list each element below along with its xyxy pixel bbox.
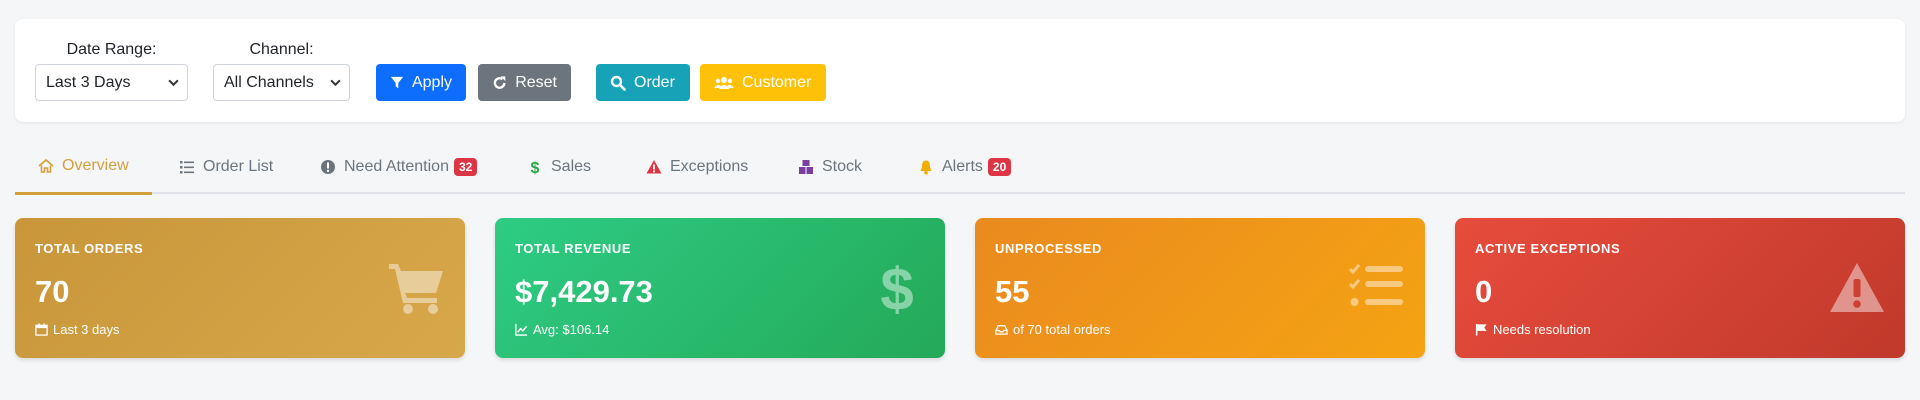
filter-card: Date Range: Last 3 Days Channel: All Cha… — [15, 19, 1905, 122]
kpi-value: $7,429.73 — [515, 274, 653, 309]
tab-sales[interactable]: $ Sales — [504, 140, 614, 194]
tab-label: Sales — [551, 158, 592, 175]
tab-bar: Overview Order List Need Attention 32 $ … — [15, 140, 1905, 195]
boxes-icon — [799, 160, 813, 174]
kpi-subtext: of 70 total orders — [995, 322, 1111, 337]
redo-icon — [493, 75, 506, 89]
kpi-card-total-orders: TOTAL ORDERS 70 Last 3 days — [15, 218, 465, 358]
channel-value: All Channels — [224, 73, 314, 91]
chart-line-icon — [515, 323, 528, 336]
date-range-label: Date Range: — [66, 41, 157, 58]
customer-search-button[interactable]: Customer — [700, 64, 826, 101]
inbox-icon — [995, 325, 1008, 335]
flag-icon — [1475, 323, 1487, 336]
kpi-title: UNPROCESSED — [995, 241, 1103, 256]
reset-button[interactable]: Reset — [478, 64, 571, 101]
customer-label: Customer — [742, 73, 812, 91]
order-search-button[interactable]: Order — [596, 64, 690, 101]
warning-icon — [1830, 263, 1884, 312]
chevron-down-icon — [330, 79, 341, 87]
chevron-down-icon — [168, 79, 179, 87]
filter-icon — [390, 76, 404, 88]
kpi-card-unprocessed: UNPROCESSED 55 of 70 total orders — [975, 218, 1425, 358]
warning-icon — [646, 160, 662, 174]
kpi-title: TOTAL REVENUE — [515, 241, 632, 256]
date-range-select[interactable]: Last 3 Days — [35, 64, 188, 101]
dollar-icon: $ — [880, 262, 913, 314]
reset-label: Reset — [515, 73, 557, 91]
tab-label: Order List — [203, 158, 274, 175]
exclamation-circle-icon — [321, 160, 335, 174]
kpi-subtext-label: Last 3 days — [53, 322, 120, 337]
kpi-title: ACTIVE EXCEPTIONS — [1475, 241, 1621, 256]
tab-overview[interactable]: Overview — [15, 140, 152, 195]
kpi-subtext: Needs resolution — [1475, 322, 1591, 337]
channel-select[interactable]: All Channels — [213, 64, 350, 101]
order-label: Order — [634, 73, 675, 91]
kpi-subtext: Last 3 days — [35, 322, 120, 337]
svg-text:$: $ — [531, 160, 540, 175]
tab-label: Need Attention — [344, 158, 449, 175]
kpi-value: 70 — [35, 274, 70, 309]
kpi-subtext-label: Needs resolution — [1493, 322, 1591, 337]
home-icon — [38, 158, 54, 173]
tab-label: Exceptions — [670, 158, 749, 175]
tab-label: Stock — [822, 158, 863, 175]
tab-label: Overview — [62, 157, 129, 174]
kpi-card-active-exceptions: ACTIVE EXCEPTIONS 0 Needs resolution — [1455, 218, 1905, 358]
tab-alerts[interactable]: Alerts 20 — [895, 140, 1034, 194]
apply-label: Apply — [411, 73, 452, 91]
kpi-title: TOTAL ORDERS — [35, 241, 144, 256]
list-icon — [180, 161, 194, 174]
tab-stock[interactable]: Stock — [775, 140, 885, 194]
cart-icon — [389, 264, 443, 314]
users-icon — [714, 76, 734, 89]
alerts-count-badge: 20 — [987, 158, 1012, 176]
tasks-icon — [1349, 264, 1403, 306]
search-icon — [610, 75, 626, 91]
kpi-subtext-label: Avg: $106.14 — [533, 322, 610, 337]
kpi-value: 55 — [995, 274, 1030, 309]
channel-group: Channel: All Channels — [213, 41, 350, 101]
calendar-icon — [35, 323, 48, 336]
attention-count-badge: 32 — [453, 158, 478, 176]
tab-order-list[interactable]: Order List — [156, 140, 296, 194]
dollar-icon: $ — [531, 160, 540, 175]
svg-text:$: $ — [880, 262, 913, 314]
tab-need-attention[interactable]: Need Attention 32 — [297, 140, 500, 194]
date-range-group: Date Range: Last 3 Days — [35, 41, 188, 101]
apply-button[interactable]: Apply — [376, 64, 466, 101]
tab-label: Alerts — [942, 158, 983, 175]
kpi-subtext: Avg: $106.14 — [515, 322, 609, 337]
date-range-value: Last 3 Days — [46, 73, 131, 91]
kpi-subtext-label: of 70 total orders — [1013, 322, 1111, 337]
kpi-card-total-revenue: TOTAL REVENUE $7,429.73 Avg: $106.14 $ — [495, 218, 945, 358]
kpi-value: 0 — [1475, 274, 1493, 309]
tab-exceptions[interactable]: Exceptions — [623, 140, 771, 194]
channel-label: Channel: — [249, 41, 314, 58]
bell-icon — [920, 160, 932, 175]
